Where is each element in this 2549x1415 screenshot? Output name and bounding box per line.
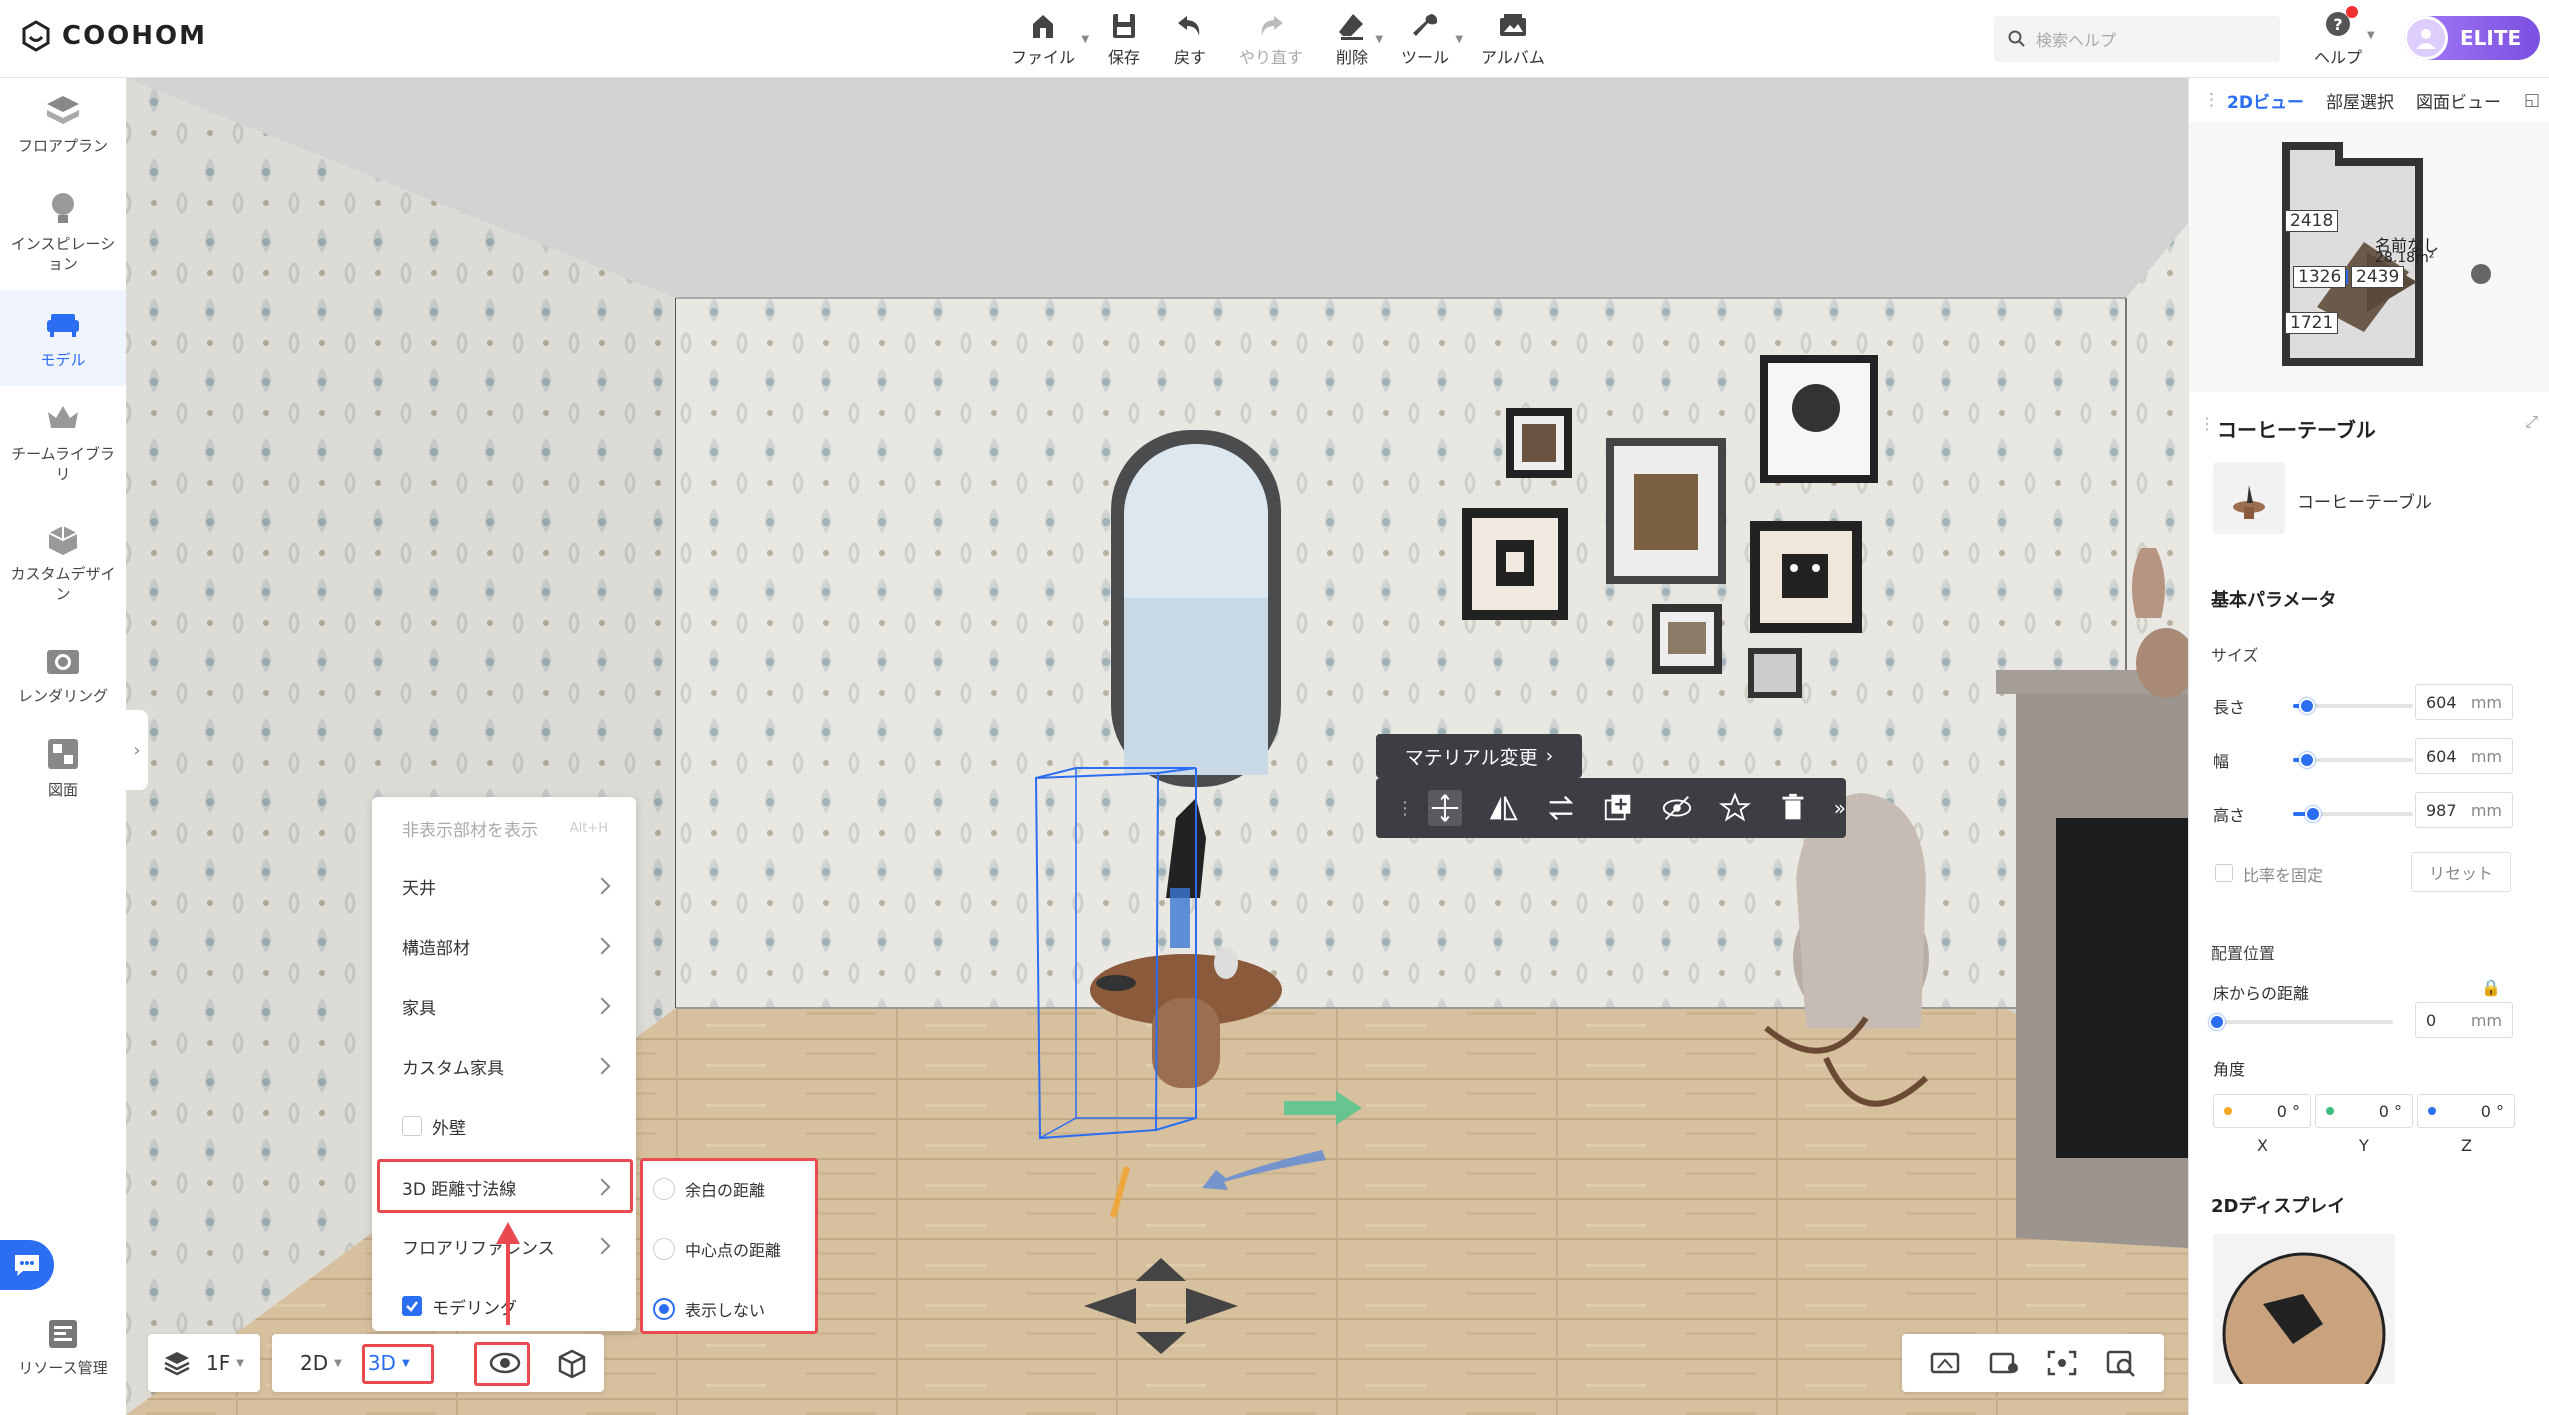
- dimension-label: 2418: [2285, 210, 2339, 232]
- expand-icon[interactable]: ◱: [2524, 90, 2540, 110]
- length-label: 長さ: [2213, 698, 2246, 717]
- right-panel-tabs: ⋮ 2Dビュー 部屋選択 図面ビュー ◱: [2189, 78, 2549, 122]
- reset-label: リセット: [2428, 864, 2493, 883]
- floor-distance-value: 0: [2426, 1010, 2437, 1030]
- layers-icon: [164, 1352, 190, 1376]
- item-thumbnail: [2213, 462, 2285, 534]
- dimension-label: 1721: [2285, 312, 2339, 334]
- annotation-arrows: [433, 1222, 520, 1371]
- tab-drawing-view[interactable]: 図面ビュー: [2416, 88, 2501, 113]
- dimension-label: 2439: [2351, 266, 2405, 288]
- 3d-mode-highlight: [362, 1344, 434, 1384]
- camera-settings-icon[interactable]: [1987, 1348, 2021, 1378]
- angle-z-value: 0 °: [2480, 1101, 2504, 1121]
- floor-selector-bar: 1F ▼: [148, 1334, 260, 1392]
- room-area-label: 28.18m²: [2375, 250, 2435, 266]
- angle-label: 角度: [2213, 1060, 2246, 1079]
- eye-highlight: [474, 1342, 530, 1386]
- width-input[interactable]: 604 mm: [2415, 738, 2513, 774]
- unit-label: mm: [2470, 1010, 2502, 1030]
- section-basic-params[interactable]: 基本パラメータ: [2211, 586, 2336, 612]
- angle-y-value: 0 °: [2378, 1101, 2402, 1121]
- lock-ratio-label: 比率を固定: [2243, 866, 2324, 885]
- height-input[interactable]: 987 mm: [2415, 792, 2513, 828]
- height-label: 高さ: [2213, 806, 2246, 825]
- cube-icon[interactable]: [556, 1347, 588, 1379]
- item-name: コーヒーテーブル: [2297, 493, 2432, 513]
- angle-y-input[interactable]: 0 °: [2315, 1094, 2413, 1128]
- chevron-down-icon[interactable]: ▼: [236, 1358, 244, 1369]
- length-value: 604: [2426, 692, 2457, 712]
- width-label: 幅: [2213, 752, 2230, 771]
- tab-room-select[interactable]: 部屋選択: [2326, 88, 2394, 113]
- unit-label: mm: [2470, 746, 2502, 766]
- section-size[interactable]: サイズ: [2211, 642, 2259, 666]
- angle-x-value: 0 °: [2276, 1101, 2300, 1121]
- unit-label: mm: [2470, 800, 2502, 820]
- angle-x-input[interactable]: 0 °: [2213, 1094, 2311, 1128]
- tab-2d-view[interactable]: 2Dビュー: [2227, 88, 2304, 113]
- camera-view-icon[interactable]: [1928, 1348, 1962, 1378]
- width-slider[interactable]: [2293, 752, 2413, 768]
- properties-title: コーヒーテーブル: [2217, 418, 2376, 442]
- view-2d-dropdown[interactable]: 2D: [300, 1351, 328, 1375]
- lock-icon[interactable]: 🔒: [2481, 978, 2501, 997]
- lock-ratio-checkbox[interactable]: [2215, 864, 2233, 882]
- dimension-label: 1326: [2293, 266, 2347, 288]
- unit-label: mm: [2470, 692, 2502, 712]
- height-value: 987: [2426, 800, 2457, 820]
- height-slider[interactable]: [2293, 806, 2413, 822]
- right-panel: ⋮ 2Dビュー 部屋選択 図面ビュー ◱ 2418 1326 2439 1721…: [2188, 78, 2549, 1415]
- minimap-floorplan: [2282, 142, 2491, 366]
- axis-x-label: X: [2257, 1136, 2268, 1155]
- drag-handle-icon[interactable]: ⋮: [2199, 414, 2215, 433]
- length-input[interactable]: 604 mm: [2415, 684, 2513, 720]
- axis-y-label: Y: [2359, 1136, 2369, 1155]
- coffee-table-topview: [2222, 1252, 2386, 1384]
- zoom-inspect-icon[interactable]: [2104, 1348, 2138, 1378]
- section-placement[interactable]: 配置位置: [2211, 940, 2275, 964]
- reset-button[interactable]: リセット: [2411, 852, 2511, 892]
- angle-z-input[interactable]: 0 °: [2417, 1094, 2515, 1128]
- chevron-down-icon[interactable]: ▼: [334, 1358, 342, 1369]
- expand-icon[interactable]: ⤢: [2525, 412, 2538, 432]
- axis-z-label: Z: [2461, 1136, 2472, 1155]
- minimap[interactable]: 2418 1326 2439 1721 名前なし 28.18m²: [2189, 122, 2549, 392]
- drag-handle-icon[interactable]: ⋮: [2203, 90, 2220, 110]
- floor-dropdown[interactable]: 1F: [206, 1351, 230, 1375]
- width-value: 604: [2426, 746, 2457, 766]
- floor-distance-label: 床からの距離: [2213, 984, 2310, 1003]
- 2d-display-preview: [2213, 1234, 2395, 1384]
- camera-tools-bar: [1902, 1334, 2164, 1392]
- section-2d-display[interactable]: 2Dディスプレイ: [2211, 1192, 2345, 1218]
- length-slider[interactable]: [2293, 698, 2413, 714]
- fit-view-icon[interactable]: [2045, 1348, 2079, 1378]
- floor-distance-input[interactable]: 0 mm: [2415, 1002, 2513, 1038]
- coffee-table-thumbnail: [2233, 485, 2265, 519]
- floor-distance-slider[interactable]: [2209, 1014, 2393, 1030]
- properties-panel: ⋮ コーヒーテーブル ⤢ コーヒーテーブル 基本パラメータ サイズ 長さ 604…: [2189, 400, 2549, 1415]
